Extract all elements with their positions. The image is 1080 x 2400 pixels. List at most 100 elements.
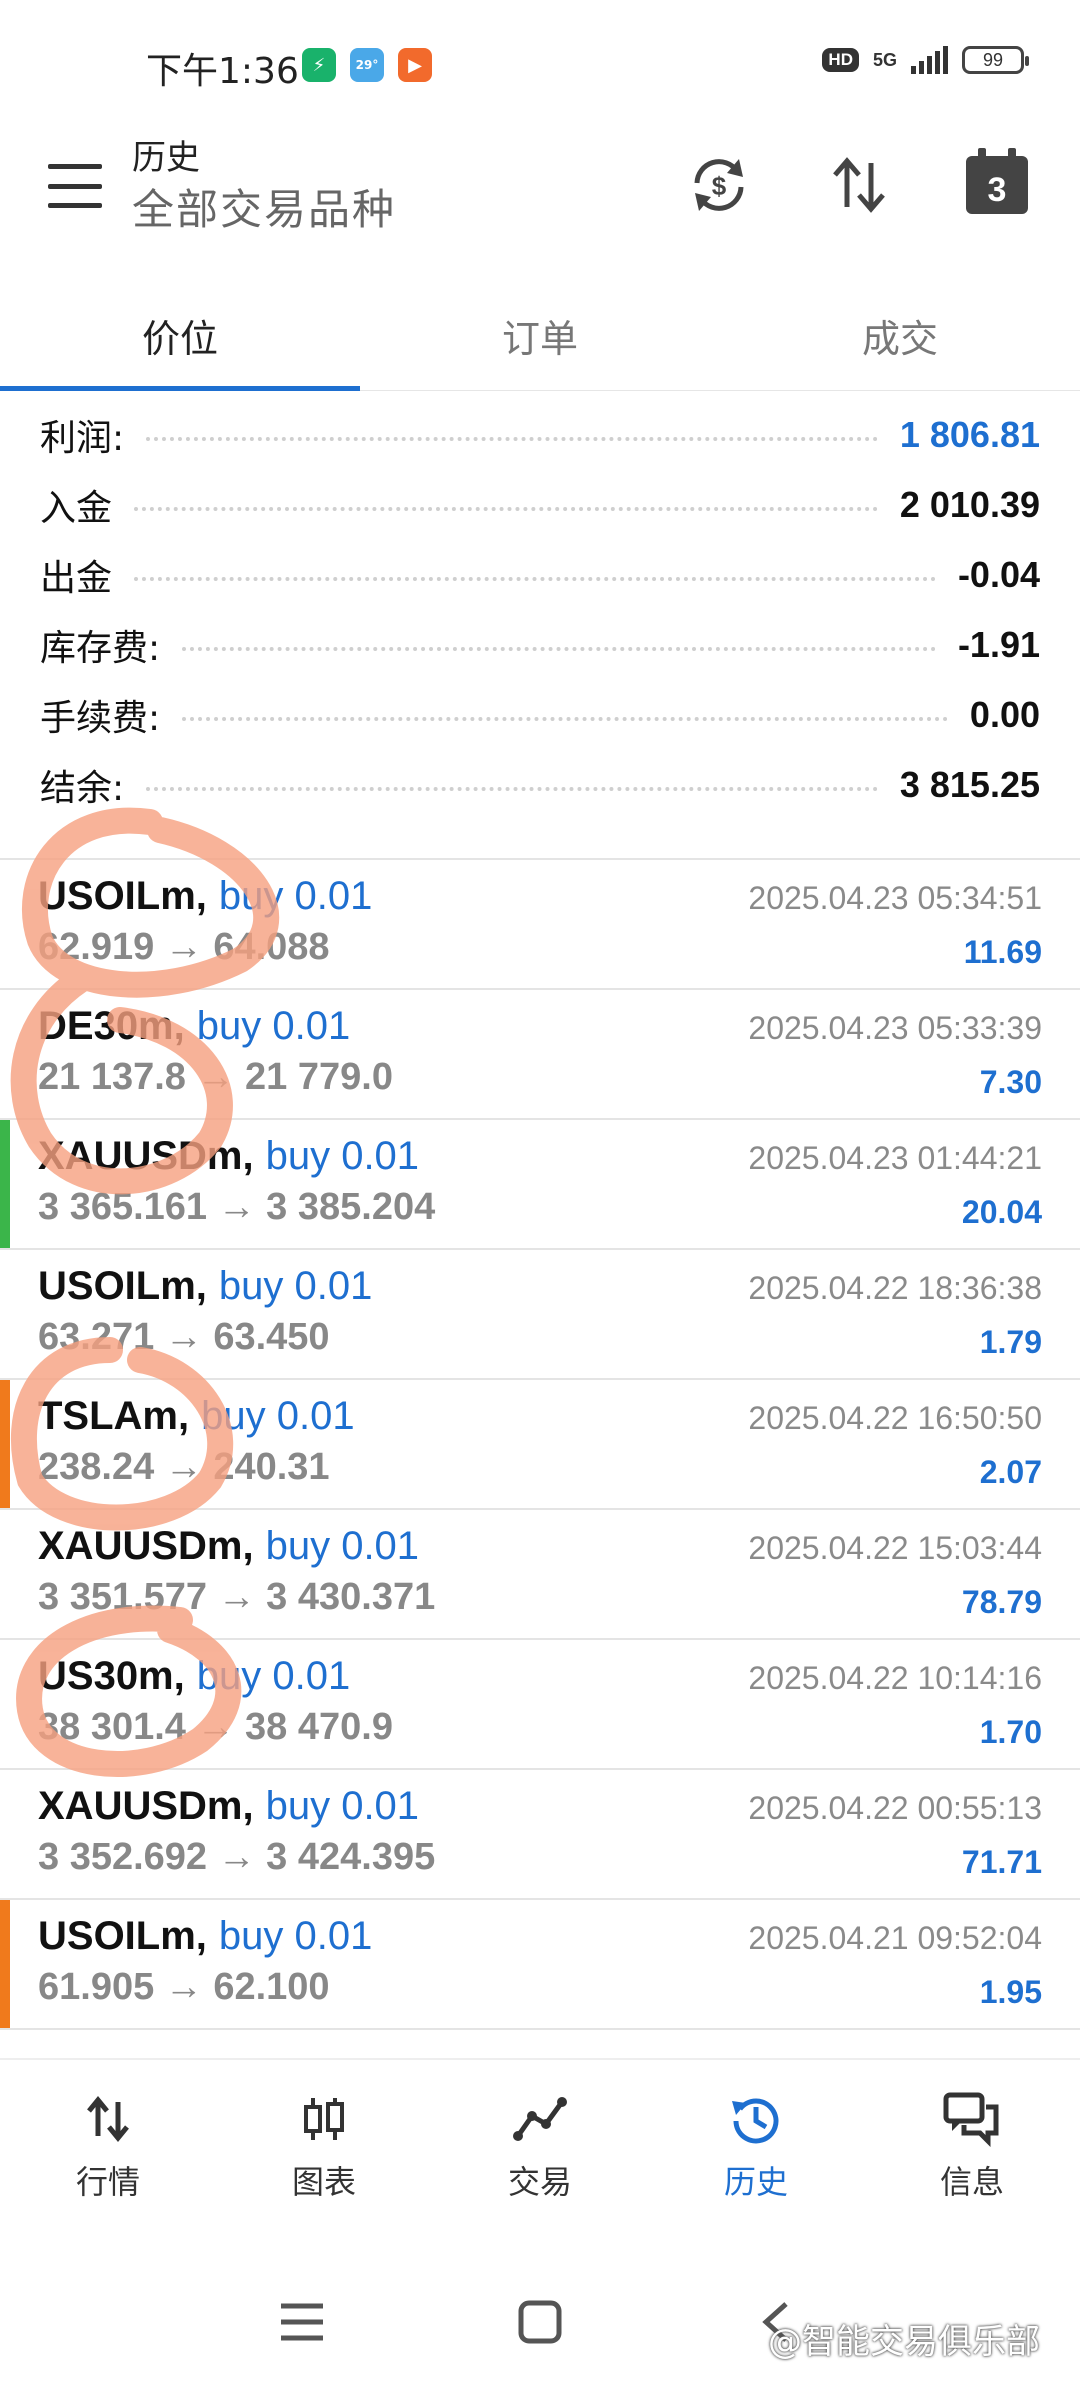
deal-prices: 61.905 → 62.100 (38, 1966, 330, 2008)
deal-profit: 20.04 (961, 1194, 1042, 1230)
tab-positions[interactable]: 价位 (0, 280, 360, 390)
deal-profit: 1.79 (979, 1324, 1042, 1360)
sort-icon (833, 157, 885, 213)
toolbar: 历史 全部交易品种 $ 3 (0, 130, 1080, 280)
deal-prices: 3 351.577 → 3 430.371 (38, 1576, 436, 1618)
deal-prices: 238.24 → 240.31 (38, 1446, 330, 1488)
trade-icon (510, 2089, 570, 2149)
deal-profit: 1.95 (979, 1974, 1042, 2010)
deal-prices: 21 137.8 → 21 779.0 (38, 1056, 393, 1098)
summary-value: -0.04 (957, 554, 1040, 595)
deal-side: buy 0.01 (265, 1784, 420, 1828)
recents-button[interactable] (272, 2292, 332, 2352)
status-bar: 下午1:36 ⚡ 29° ▶ HD 5G 99 (0, 0, 1080, 130)
menu-icon[interactable] (48, 164, 102, 208)
deal-symbol: DE30m, (38, 1004, 185, 1048)
recents-icon (281, 2303, 323, 2341)
active-tab-indicator (0, 386, 360, 391)
deal-side: buy 0.01 (196, 1004, 351, 1048)
home-button[interactable] (510, 2292, 570, 2352)
shield-app-icon: ⚡ (302, 48, 336, 82)
deal-symbol: US30m, (38, 1654, 185, 1698)
nav-label: 图表 (291, 2163, 356, 2201)
deal-side: buy 0.01 (265, 1134, 420, 1178)
tab-bar: 价位 订单 成交 (0, 280, 1080, 391)
dotted-leader (134, 507, 878, 511)
deal-row[interactable]: XAUUSDm, buy 0.01 3 352.692 → 3 424.395 2… (0, 1770, 1080, 1900)
tab-orders[interactable]: 订单 (360, 280, 720, 390)
deal-profit: 71.71 (961, 1844, 1042, 1880)
summary-label: 库存费: (40, 628, 161, 669)
deal-side: buy 0.01 (218, 874, 373, 918)
deal-row[interactable]: XAUUSDm, buy 0.01 3 351.577 → 3 430.371 2… (0, 1510, 1080, 1640)
nav-trade[interactable]: 交易 (432, 2060, 648, 2232)
deal-prices: 3 365.161 → 3 385.204 (38, 1186, 436, 1228)
nav-charts[interactable]: 图表 (216, 2060, 432, 2232)
summary-row-balance: 结余: 3 815.25 (0, 750, 1080, 820)
calendar-icon: 3 (966, 148, 1028, 214)
battery-level: 99 (982, 49, 1004, 70)
summary-label: 手续费: (40, 698, 161, 739)
deal-profit: 2.07 (979, 1454, 1042, 1490)
deal-time: 2025.04.23 05:33:39 (748, 1010, 1042, 1046)
dotted-leader (146, 787, 878, 791)
video-app-icon: ▶ (398, 48, 432, 82)
page-title: 历史 (132, 138, 200, 178)
deal-row[interactable]: XAUUSDm, buy 0.01 3 365.161 → 3 385.204 2… (0, 1120, 1080, 1250)
summary-value: 0.00 (969, 694, 1040, 735)
signal-icon (911, 46, 948, 74)
deal-symbol: USOILm, (38, 874, 207, 918)
svg-text:$: $ (712, 171, 727, 201)
summary-row-withdrawal: 出金 -0.04 (0, 540, 1080, 610)
nav-quotes[interactable]: 行情 (0, 2060, 216, 2232)
deal-time: 2025.04.22 16:50:50 (748, 1400, 1042, 1436)
summary-label: 入金 (40, 488, 113, 529)
deal-time: 2025.04.23 05:34:51 (748, 880, 1042, 916)
deal-row[interactable]: DE30m, buy 0.01 21 137.8 → 21 779.0 2025.… (0, 990, 1080, 1120)
deal-row[interactable]: USOILm, buy 0.01 61.905 → 62.100 2025.04.… (0, 1900, 1080, 2030)
deal-symbol: XAUUSDm, (38, 1134, 254, 1178)
summary-value: 2 010.39 (899, 484, 1040, 525)
history-icon (726, 2089, 786, 2149)
deal-side: buy 0.01 (196, 1654, 351, 1698)
tab-deals[interactable]: 成交 (720, 280, 1080, 390)
summary-row-profit: 利润: 1 806.81 (0, 400, 1080, 470)
deal-row[interactable]: USOILm, buy 0.01 63.271 → 63.450 2025.04.… (0, 1250, 1080, 1380)
deal-row[interactable]: TSLAm, buy 0.01 238.24 → 240.31 2025.04.2… (0, 1380, 1080, 1510)
deal-prices: 3 352.692 → 3 424.395 (38, 1836, 436, 1878)
summary-row-commission: 手续费: 0.00 (0, 680, 1080, 750)
nav-label: 交易 (507, 2163, 572, 2201)
deal-prices: 62.919 → 64.088 (38, 926, 330, 968)
summary-value: 3 815.25 (899, 764, 1040, 805)
deal-marker (0, 1380, 10, 1508)
deal-symbol: USOILm, (38, 1264, 207, 1308)
nav-messages[interactable]: 信息 (864, 2060, 1080, 2232)
summary-row-swap: 库存费: -1.91 (0, 610, 1080, 680)
status-right: HD 5G 99 (822, 46, 1029, 74)
nav-history[interactable]: 历史 (648, 2060, 864, 2232)
deal-side: buy 0.01 (218, 1914, 373, 1958)
calendar-button[interactable]: 3 (962, 148, 1032, 220)
calendar-day: 3 (987, 170, 1007, 209)
deal-row[interactable]: USOILm, buy 0.01 62.919 → 64.088 2025.04.… (0, 860, 1080, 990)
status-time: 下午1:36 (146, 51, 299, 92)
currency-exchange-button[interactable]: $ (684, 150, 754, 220)
home-icon (518, 2300, 562, 2344)
deal-side: buy 0.01 (201, 1394, 355, 1438)
sort-button[interactable] (824, 150, 894, 220)
deal-time: 2025.04.22 10:14:16 (748, 1660, 1042, 1696)
deal-time: 2025.04.22 15:03:44 (748, 1530, 1042, 1566)
hd-badge: HD (822, 48, 859, 72)
deal-time: 2025.04.22 00:55:13 (748, 1790, 1042, 1826)
deal-symbol: TSLAm, (38, 1394, 190, 1438)
summary-row-deposit: 入金 2 010.39 (0, 470, 1080, 540)
deal-time: 2025.04.22 18:36:38 (748, 1270, 1042, 1306)
deal-profit: 11.69 (963, 934, 1042, 970)
symbol-filter[interactable]: 全部交易品种 (132, 176, 396, 237)
deal-row[interactable]: US30m, buy 0.01 38 301.4 → 38 470.9 2025.… (0, 1640, 1080, 1770)
deal-profit: 78.79 (961, 1584, 1042, 1620)
summary-label: 出金 (40, 558, 113, 599)
deal-marker (0, 1900, 10, 2028)
status-app-icons: ⚡ 29° ▶ (302, 48, 432, 82)
deal-side: buy 0.01 (218, 1264, 373, 1308)
